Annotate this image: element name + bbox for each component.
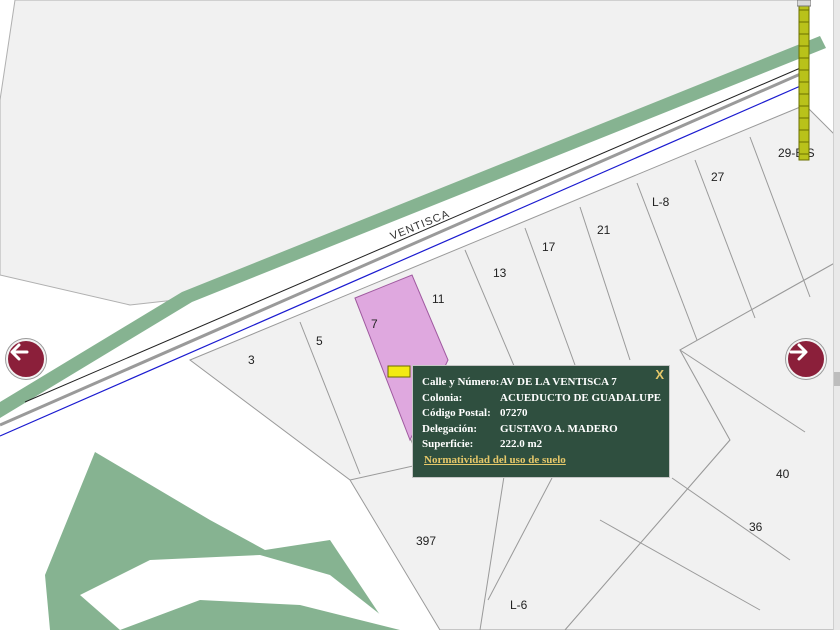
scrollbar-thumb[interactable] [834,372,840,386]
info-row-colonia: Colonia: ACUEDUCTO DE GUADALUPE [422,392,661,408]
map-svg[interactable]: VENTISCA 3 5 7 11 13 17 21 L-8 27 29-BIS… [0,0,840,630]
lot-label-l8: L-8 [652,195,670,209]
info-value: ACUEDUCTO DE GUADALUPE [500,391,662,404]
land-use-regulation-link[interactable]: Normatividad del uso de suelo [424,454,566,466]
lot-label-17: 17 [542,240,556,254]
info-label: Superficie: [422,438,474,450]
info-label: Código Postal: [422,407,491,419]
info-value: 07270 [500,407,528,419]
info-row-delegacion: Delegación: GUSTAVO A. MADERO [422,423,661,439]
lot-label-40: 40 [776,467,790,481]
pan-right-button[interactable] [786,339,826,379]
lot-label-3: 3 [248,353,255,367]
info-row-address: Calle y Número: AV DE LA VENTISCA 7 [422,376,661,392]
lot-label-27: 27 [711,170,725,184]
info-label: Calle y Número: [422,376,500,388]
lot-label-l6: L-6 [510,598,528,612]
arrow-left-icon [10,343,29,361]
lot-label-11: 11 [432,292,445,306]
pan-left-button[interactable] [6,339,46,379]
lot-label-397: 397 [416,534,436,548]
parcel-info-table: Calle y Número: AV DE LA VENTISCA 7 Colo… [422,376,661,454]
info-label: Colonia: [422,391,463,404]
lot-label-36: 36 [749,520,763,534]
info-row-postal-code: Código Postal: 07270 [422,407,661,423]
lot-label-13: 13 [493,266,507,280]
parcel-info-popup: X Calle y Número: AV DE LA VENTISCA 7 Co… [412,365,670,478]
lot-label-21: 21 [597,223,611,237]
info-value: GUSTAVO A. MADERO [500,422,618,435]
info-value: 222.0 m2 [500,438,543,450]
lot-label-5: 5 [316,334,323,348]
lot-label-7: 7 [371,317,378,331]
info-row-surface: Superficie: 222.0 m2 [422,438,661,454]
vertical-scrollbar[interactable] [833,0,840,630]
info-label: Delegación: [422,422,477,435]
arrow-right-icon [789,343,808,361]
map-canvas[interactable]: VENTISCA 3 5 7 11 13 17 21 L-8 27 29-BIS… [0,0,840,630]
zoom-slider-icon [796,0,812,161]
location-marker-icon[interactable] [387,365,411,378]
info-value: AV DE LA VENTISCA 7 [500,376,617,388]
zoom-slider[interactable] [796,0,812,162]
